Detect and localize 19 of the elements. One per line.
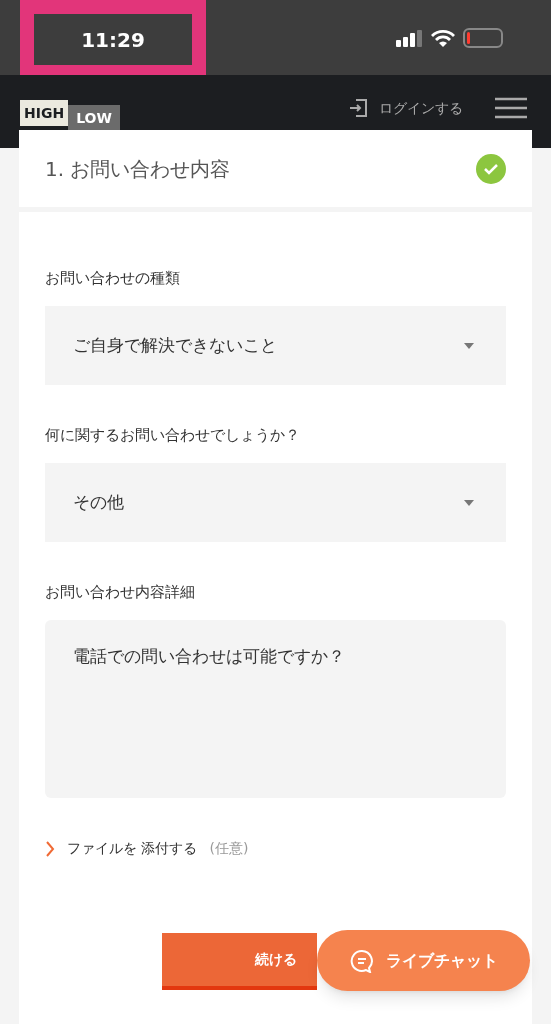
signal-icon [396,29,423,47]
chat-icon [349,948,374,973]
attachment-toggle[interactable]: ファイルを 添付する (任意) [45,838,249,859]
field-label: お問い合わせ内容詳細 [45,582,196,602]
caret-icon [464,499,474,506]
caret-icon [464,342,474,349]
dropdown[interactable]: その他 [45,463,506,542]
wifi-icon [431,29,455,47]
message-field[interactable]: 電話での問い合わせは可能ですか？ [45,620,506,798]
login-icon [349,99,367,117]
field-label: 何に関するお問い合わせでしょうか？ [45,425,301,445]
login-button[interactable]: ログインする [349,97,463,119]
logo: HIGH LOW [20,95,120,131]
step-title: 1. お問い合わせ内容 [45,155,231,183]
battery-icon [463,28,503,48]
dropdown[interactable]: ご自身で解決できないこと [45,306,506,385]
menu-icon[interactable] [495,97,527,119]
field-label: お問い合わせの種類 [45,268,181,288]
clock-time: 11:29 [81,26,145,54]
